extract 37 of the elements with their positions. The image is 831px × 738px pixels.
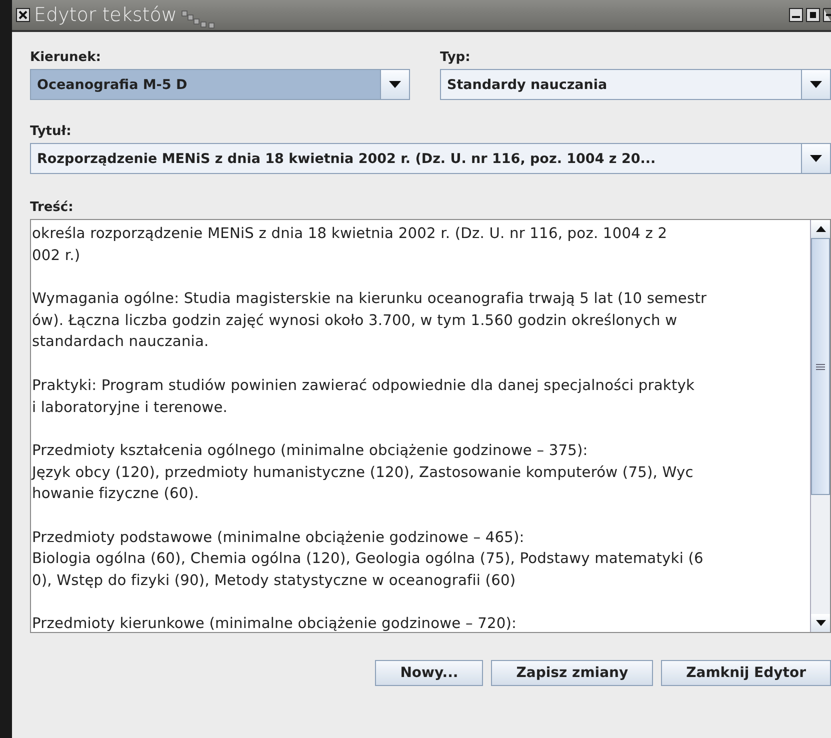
- maximize-icon[interactable]: [806, 8, 820, 22]
- dialog-button[interactable]: Zamknij Edytor: [661, 660, 831, 686]
- scrollbar[interactable]: [810, 220, 830, 632]
- text-line: Język obcy (120), przedmioty humanistyczne (120), Zastosowanie komputerów (75), Wyc: [32, 464, 694, 481]
- dropdown[interactable]: Rozporządzenie MENiS z dnia 18 kwietnia 2002 r. (Dz. U. nr 116, poz. 1004 z 20...: [30, 143, 831, 174]
- scroll-thumb[interactable]: [811, 238, 830, 495]
- text-line: Wymagania ogólne: Studia magisterskie na kierunku oceanografia trwają 5 lat (10 semestr: [32, 290, 707, 308]
- text-line: Praktyki: Program studiów powinien zawierać odpowiednie dla danej specjalności praktyk: [32, 376, 695, 394]
- text-line: 0), Wstęp do fizyki (90), Metody statystyczne w oceanografii (60): [32, 572, 516, 589]
- field-label: Typ:: [440, 50, 470, 65]
- dropdown-arrow-icon[interactable]: [810, 81, 822, 88]
- field-label: Treść:: [30, 200, 74, 215]
- text-line: 002 r.): [32, 246, 80, 264]
- text-line: ów). Łączna liczba godzin zajęć wynosi około 3.700, w tym 1.560 godzin określonych w: [32, 312, 678, 329]
- text-line: howanie fizyczne (60).: [32, 485, 199, 502]
- dropdown[interactable]: Oceanografia M-5 D: [30, 69, 410, 100]
- grip-icon: [816, 364, 825, 370]
- dropdown-arrow-icon[interactable]: [389, 81, 401, 88]
- text-line: i laboratoryjne i terenowe.: [32, 398, 228, 416]
- field-label: Kierunek:: [30, 50, 101, 65]
- window-button-icon[interactable]: [823, 8, 831, 22]
- dialog-button[interactable]: Zapisz zmiany: [491, 660, 654, 686]
- dropdown[interactable]: Standardy nauczania: [440, 69, 831, 100]
- text-line: Przedmioty podstawowe (minimalne obciążenie godzinowe – 465):: [32, 528, 524, 546]
- text-line: standardach nauczania.: [32, 333, 209, 350]
- dialog-button[interactable]: Nowy...: [375, 660, 484, 686]
- close-icon[interactable]: [16, 8, 30, 22]
- field-label: Tytuł:: [30, 124, 72, 139]
- text-line: Biologia ogólna (60), Chemia ogólna (120), Geologia ogólna (75), Podstawy matematyki (6: [32, 550, 704, 568]
- scroll-down-icon[interactable]: [816, 620, 826, 626]
- text-line: Przedmioty kierunkowe (minimalne obciążenie godzinowe – 720):: [32, 615, 517, 632]
- text-line: określa rozporządzenie MENiS z dnia 18 kwietnia 2002 r. (Dz. U. nr 116, poz. 1004 z 2: [32, 225, 668, 242]
- dropdown-arrow-icon[interactable]: [810, 155, 822, 162]
- minimize-icon[interactable]: [789, 8, 803, 22]
- text-line: Przedmioty kształcenia ogólnego (minimalne obciążenie godzinowe – 375):: [32, 442, 588, 459]
- scroll-up-icon[interactable]: [816, 226, 826, 232]
- window-title: Edytor tekstów: [34, 4, 177, 26]
